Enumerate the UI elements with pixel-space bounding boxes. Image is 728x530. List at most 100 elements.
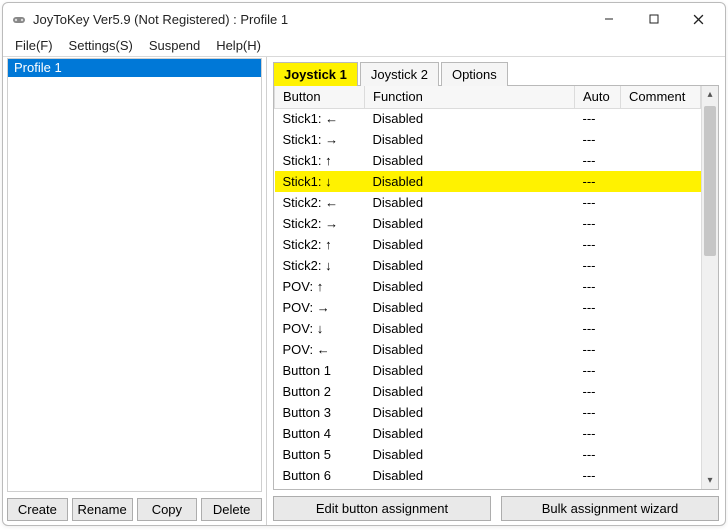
table-cell [621,444,701,465]
table-row[interactable]: POV: ↑Disabled--- [275,276,701,297]
table-cell: --- [575,423,621,444]
table-cell: Disabled [365,402,575,423]
profile-row[interactable]: Profile 1 [8,59,261,77]
table-row[interactable]: Button 4Disabled--- [275,423,701,444]
column-header[interactable]: Button [275,86,365,108]
table-cell [621,360,701,381]
table-cell: Button 2 [275,381,365,402]
table-cell: --- [575,129,621,150]
scroll-thumb[interactable] [704,106,716,256]
table-cell: Disabled [365,213,575,234]
table-cell: Disabled [365,108,575,129]
table-cell: Stick1: ↓ [275,171,365,192]
table-cell: Button 1 [275,360,365,381]
table-cell: POV: ↑ [275,276,365,297]
table-cell: Stick2: ↓ [275,255,365,276]
table-cell: Disabled [365,339,575,360]
table-cell: --- [575,150,621,171]
window-controls [586,4,721,34]
table-cell: --- [575,444,621,465]
menu-item[interactable]: Help(H) [208,36,269,55]
table-cell: Button 3 [275,402,365,423]
table-cell [621,192,701,213]
table-cell: Disabled [365,150,575,171]
table-cell: Disabled [365,381,575,402]
table-cell: Disabled [365,255,575,276]
minimize-button[interactable] [586,4,631,34]
table-row[interactable]: Stick1: →Disabled--- [275,129,701,150]
table-cell: Disabled [365,129,575,150]
table-cell: Button 5 [275,444,365,465]
table-cell: POV: → [275,297,365,318]
menubar: File(F)Settings(S)SuspendHelp(H) [3,35,725,57]
table-cell: --- [575,360,621,381]
profile-list[interactable]: Profile 1 [7,58,262,492]
table-row[interactable]: POV: ↓Disabled--- [275,318,701,339]
table-cell: Stick2: → [275,213,365,234]
column-header[interactable]: Comment [621,86,701,108]
table-cell: --- [575,255,621,276]
table-cell [621,108,701,129]
table-cell [621,297,701,318]
bulk-wizard-button[interactable]: Bulk assignment wizard [501,496,719,521]
titlebar: JoyToKey Ver5.9 (Not Registered) : Profi… [3,3,725,35]
table-cell [621,129,701,150]
table-cell: Disabled [365,297,575,318]
scroll-up-icon[interactable]: ▴ [702,86,718,103]
table-cell: Button 4 [275,423,365,444]
table-row[interactable]: POV: →Disabled--- [275,297,701,318]
table-cell: Stick1: ← [275,108,365,129]
vertical-scrollbar[interactable]: ▴ ▾ [701,86,718,489]
menu-item[interactable]: Settings(S) [61,36,141,55]
table-row[interactable]: Button 3Disabled--- [275,402,701,423]
body: Profile 1 Create Rename Copy Delete Joys… [3,57,725,525]
table-row[interactable]: Stick1: ↑Disabled--- [275,150,701,171]
table-cell: Disabled [365,234,575,255]
tab[interactable]: Joystick 1 [273,62,358,86]
create-button[interactable]: Create [7,498,68,521]
table-cell [621,234,701,255]
mapping-table[interactable]: ButtonFunctionAutoComment Stick1: ←Disab… [274,86,701,486]
table-row[interactable]: Button 6Disabled--- [275,465,701,486]
table-row[interactable]: Stick2: ↑Disabled--- [275,234,701,255]
table-cell: --- [575,171,621,192]
rename-button[interactable]: Rename [72,498,133,521]
table-row[interactable]: Stick2: ↓Disabled--- [275,255,701,276]
menu-item[interactable]: File(F) [7,36,61,55]
maximize-button[interactable] [631,4,676,34]
table-cell: --- [575,381,621,402]
table-cell [621,255,701,276]
table-cell [621,318,701,339]
mapping-pane: Joystick 1Joystick 2Options ButtonFuncti… [267,57,725,525]
copy-button[interactable]: Copy [137,498,198,521]
table-cell: --- [575,402,621,423]
delete-button[interactable]: Delete [201,498,262,521]
app-icon [11,11,27,27]
table-cell: --- [575,318,621,339]
edit-assignment-button[interactable]: Edit button assignment [273,496,491,521]
table-cell [621,402,701,423]
table-cell [621,276,701,297]
menu-item[interactable]: Suspend [141,36,208,55]
close-button[interactable] [676,4,721,34]
tab[interactable]: Options [441,62,508,86]
table-row[interactable]: POV: ←Disabled--- [275,339,701,360]
table-cell: --- [575,108,621,129]
column-header[interactable]: Auto [575,86,621,108]
table-row[interactable]: Stick1: ↓Disabled--- [275,171,701,192]
mapping-table-scroll: ButtonFunctionAutoComment Stick1: ←Disab… [274,86,701,489]
assignment-button-row: Edit button assignment Bulk assignment w… [273,490,719,521]
column-header[interactable]: Function [365,86,575,108]
table-cell: Disabled [365,171,575,192]
table-row[interactable]: Button 2Disabled--- [275,381,701,402]
scroll-down-icon[interactable]: ▾ [702,472,718,489]
table-row[interactable]: Stick2: →Disabled--- [275,213,701,234]
table-row[interactable]: Button 5Disabled--- [275,444,701,465]
table-row[interactable]: Stick1: ←Disabled--- [275,108,701,129]
tab[interactable]: Joystick 2 [360,62,439,86]
table-row[interactable]: Button 1Disabled--- [275,360,701,381]
table-cell [621,213,701,234]
table-cell: --- [575,234,621,255]
table-cell [621,171,701,192]
table-row[interactable]: Stick2: ←Disabled--- [275,192,701,213]
